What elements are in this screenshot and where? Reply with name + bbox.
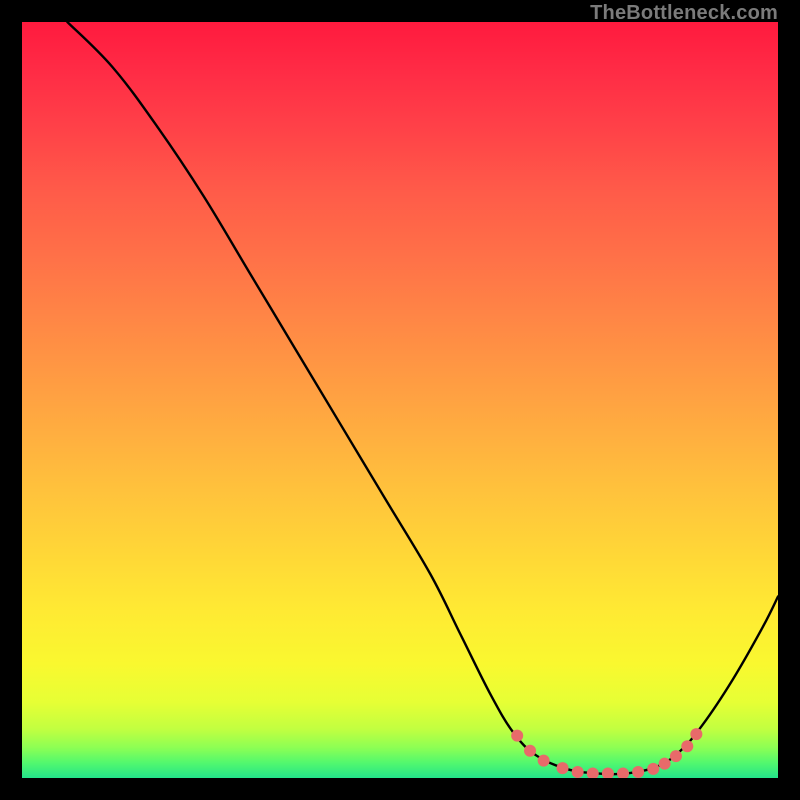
curve-marker (690, 728, 702, 740)
curve-marker (511, 730, 523, 742)
curve-marker (647, 763, 659, 775)
gradient-background (22, 22, 778, 778)
curve-marker (524, 745, 536, 757)
curve-marker (557, 762, 569, 774)
chart-frame (22, 22, 778, 778)
curve-marker (538, 755, 550, 767)
chart-svg (22, 22, 778, 778)
curve-marker (681, 740, 693, 752)
curve-marker (572, 766, 584, 778)
curve-marker (659, 758, 671, 770)
curve-marker (632, 766, 644, 778)
curve-marker (670, 750, 682, 762)
